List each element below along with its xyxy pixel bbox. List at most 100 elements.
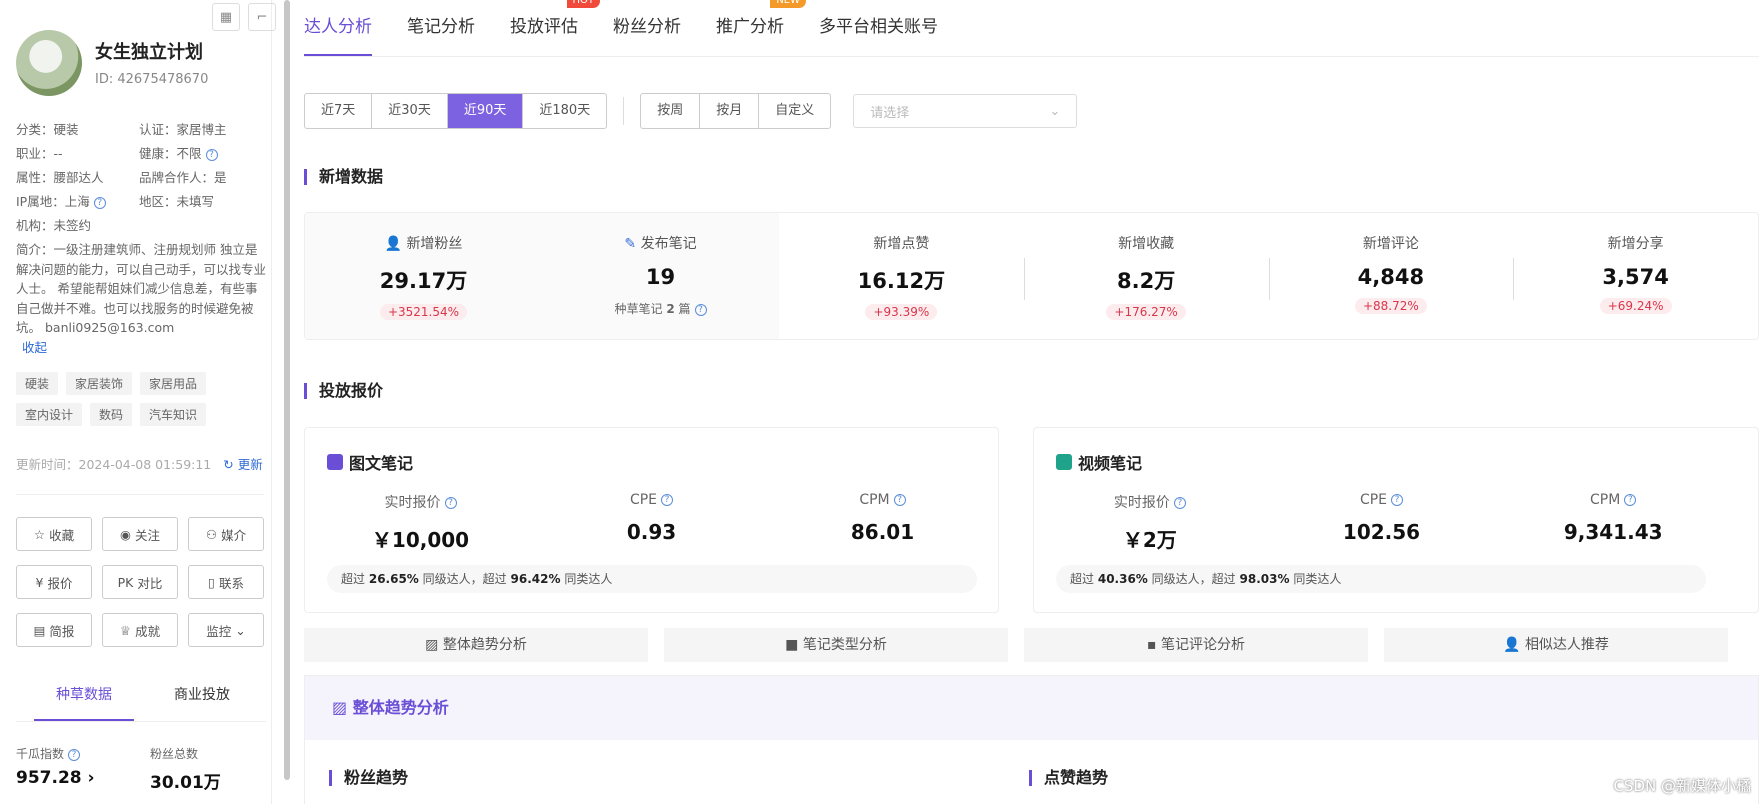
help-icon[interactable]: ?	[93, 196, 106, 209]
help-icon[interactable]: ?	[893, 494, 906, 506]
contact-button[interactable]: ▯ 联系	[188, 565, 264, 599]
agent-button[interactable]: ⚇ 媒介	[188, 517, 264, 551]
tab-overall-trend[interactable]: ▨ 整体趋势分析	[304, 628, 648, 662]
chevron-down-icon: ⌄	[1049, 103, 1061, 119]
trend-title: 整体趋势分析	[352, 698, 449, 717]
help-icon[interactable]: ?	[1624, 494, 1637, 506]
action-buttons: ☆ 收藏 ◉ 关注 ⚇ 媒介 ¥ 报价 PK 对比 ▯ 联系 ▤ 简报 ♕ 成就 监控 ⌄	[16, 517, 266, 647]
analysis-tabs: ▨ 整体趋势分析 ■ 笔记类型分析 ▪ 笔记评论分析 👤 相似达人推荐	[304, 628, 1759, 662]
date-select[interactable]: 请选择 ⌄	[853, 94, 1078, 128]
fans-trend-title: 粉丝趋势	[329, 770, 408, 786]
tab-fans-analysis[interactable]: 粉丝分析	[613, 0, 681, 56]
info-certification: 认证：家居博主	[139, 122, 227, 137]
tab-note-type[interactable]: ■ 笔记类型分析	[664, 628, 1008, 662]
tab-placement-evaluation[interactable]: 投放评估 HOT	[510, 0, 600, 56]
quote-button[interactable]: ¥ 报价	[16, 565, 92, 599]
period-week[interactable]: 按周	[641, 94, 701, 128]
tab-promotion-analysis[interactable]: 推广分析 NEW	[716, 0, 806, 56]
help-icon[interactable]: ?	[444, 497, 457, 509]
favorite-button[interactable]: ☆ 收藏	[16, 517, 92, 551]
stat-new-comments: 新增评论 4,848 +88.72%	[1268, 213, 1514, 339]
follow-button[interactable]: ◉ 关注	[102, 517, 178, 551]
help-icon[interactable]: ?	[1391, 494, 1404, 506]
collapse-intro-link[interactable]: 收起	[22, 340, 47, 355]
price-card-video-note: 视频笔记 实时报价? ￥2万 CPE? 102.56 CPM? 9,341.43 超过…	[1033, 427, 1759, 613]
help-icon[interactable]: ?	[1173, 497, 1186, 509]
period-month[interactable]: 按月	[700, 94, 760, 128]
refresh-icon: ↻	[223, 457, 234, 472]
tab-note-comments[interactable]: ▪ 笔记评论分析	[1024, 628, 1368, 662]
user-icon: 👤	[1503, 637, 1521, 653]
tab-influencer-analysis[interactable]: 达人分析	[304, 0, 372, 56]
chart-icon: ▨	[425, 637, 439, 653]
comment-icon: ▪	[1147, 637, 1157, 653]
intro-text: 简介：一级注册建筑师、注册规划师 独立是解决问题的能力，可以自己动手，可以找专业…	[16, 242, 267, 335]
stat-new-fans: 👤 新增粉丝 29.17万 +3521.54%	[379, 236, 468, 320]
brief-report-button[interactable]: ▤ 简报	[16, 613, 92, 647]
new-badge: NEW	[770, 0, 806, 8]
avatar	[16, 30, 82, 96]
sidebar-top-icons: ▦ ⌐	[212, 3, 276, 31]
profile-sidebar: ▦ ⌐ 女生独立计划 ID: 42675478670 分类：硬装 认证：家居博主 …	[0, 0, 276, 804]
watermark: CSDN @新媒体小橘	[1613, 777, 1751, 795]
pk-icon: PK	[117, 574, 134, 590]
share-nodes-icon: ⚇	[205, 526, 218, 542]
tab-note-analysis[interactable]: 笔记分析	[407, 0, 475, 56]
crown-icon: ♕	[119, 622, 132, 638]
price-cpm: CPM? 86.01	[850, 492, 915, 544]
range-segment: 近7天 近30天 近90天 近180天	[304, 93, 608, 129]
report-icon: ▤	[33, 622, 46, 638]
tab-commercial[interactable]: 商业投放	[152, 680, 252, 721]
tab-multi-platform[interactable]: 多平台相关账号	[819, 0, 938, 56]
price-cpe: CPE? 102.56	[1342, 492, 1421, 544]
price-comparison: 超过 40.36% 同级达人，超过 98.03% 同类达人	[1056, 565, 1706, 593]
tab-similar-influencers[interactable]: 👤 相似达人推荐	[1384, 628, 1728, 662]
help-icon[interactable]: ?	[694, 303, 707, 316]
stat-new-likes: 新增点赞 16.12万 +93.39%	[857, 236, 946, 320]
phone-icon: ▯	[208, 574, 215, 590]
tag: 室内设计	[16, 403, 83, 426]
help-icon[interactable]: ?	[205, 148, 218, 161]
change-badge: +88.72%	[1354, 298, 1427, 314]
price-icon: ¥	[35, 574, 44, 590]
collapse-sidebar-icon[interactable]: ⌐	[248, 3, 276, 31]
refresh-link[interactable]: ↻ 更新	[223, 457, 262, 472]
hot-badge: HOT	[566, 0, 600, 8]
tag: 数码	[90, 403, 133, 426]
change-badge: +3521.54%	[379, 304, 468, 320]
compare-button[interactable]: PK 对比	[102, 565, 178, 599]
info-brand-partner: 品牌合作人：是	[139, 170, 227, 185]
update-info: 更新时间：2024-04-08 01:59:11 ↻ 更新	[16, 454, 263, 473]
price-realtime: 实时报价? ￥2万	[1034, 492, 1266, 553]
divider	[623, 97, 625, 125]
stat-published-notes: ✎ 发布笔记 19 种草笔记 2 篇?	[542, 213, 779, 339]
range-90d[interactable]: 近90天	[447, 94, 524, 128]
info-attribute: 属性：腰部达人	[16, 170, 104, 185]
range-180d[interactable]: 近180天	[523, 94, 606, 128]
stat-new-collects: 新增收藏 8.2万 +176.27%	[1023, 213, 1269, 339]
info-health: 健康：不限	[139, 146, 202, 161]
help-icon[interactable]: ?	[68, 748, 81, 761]
trend-chart-icon: ▨	[332, 698, 348, 717]
achievement-button[interactable]: ♕ 成就	[102, 613, 178, 647]
tab-seeding-data[interactable]: 种草数据	[34, 680, 134, 721]
trend-section: ▨ 整体趋势分析 粉丝趋势 点赞趋势	[304, 675, 1759, 804]
section-title-new-data: 新增数据	[304, 169, 383, 185]
date-filters: 近7天 近30天 近90天 近180天 按周 按月 自定义 请选择 ⌄	[304, 93, 1078, 129]
price-cpm: CPM? 9,341.43	[1563, 492, 1663, 544]
chevron-right-icon[interactable]: ›	[88, 768, 95, 788]
range-30d[interactable]: 近30天	[372, 94, 448, 128]
change-badge: +176.27%	[1106, 304, 1186, 320]
monitor-dropdown[interactable]: 监控 ⌄	[188, 613, 264, 647]
info-category: 分类：硬装	[16, 122, 79, 137]
qrcode-icon[interactable]: ▦	[212, 3, 240, 31]
range-7d[interactable]: 近7天	[305, 94, 373, 128]
period-custom[interactable]: 自定义	[759, 94, 830, 128]
help-icon[interactable]: ?	[661, 494, 674, 506]
sidebar-scrollbar[interactable]	[284, 0, 290, 780]
note-edit-icon: ✎	[624, 236, 637, 252]
tag: 家居装饰	[66, 372, 133, 395]
main-content: 达人分析 笔记分析 投放评估 HOT 粉丝分析 推广分析 NEW 多平台相关账号 近…	[304, 0, 1759, 804]
info-occupation: 职业：--	[16, 146, 63, 161]
tag: 汽车知识	[140, 403, 207, 426]
